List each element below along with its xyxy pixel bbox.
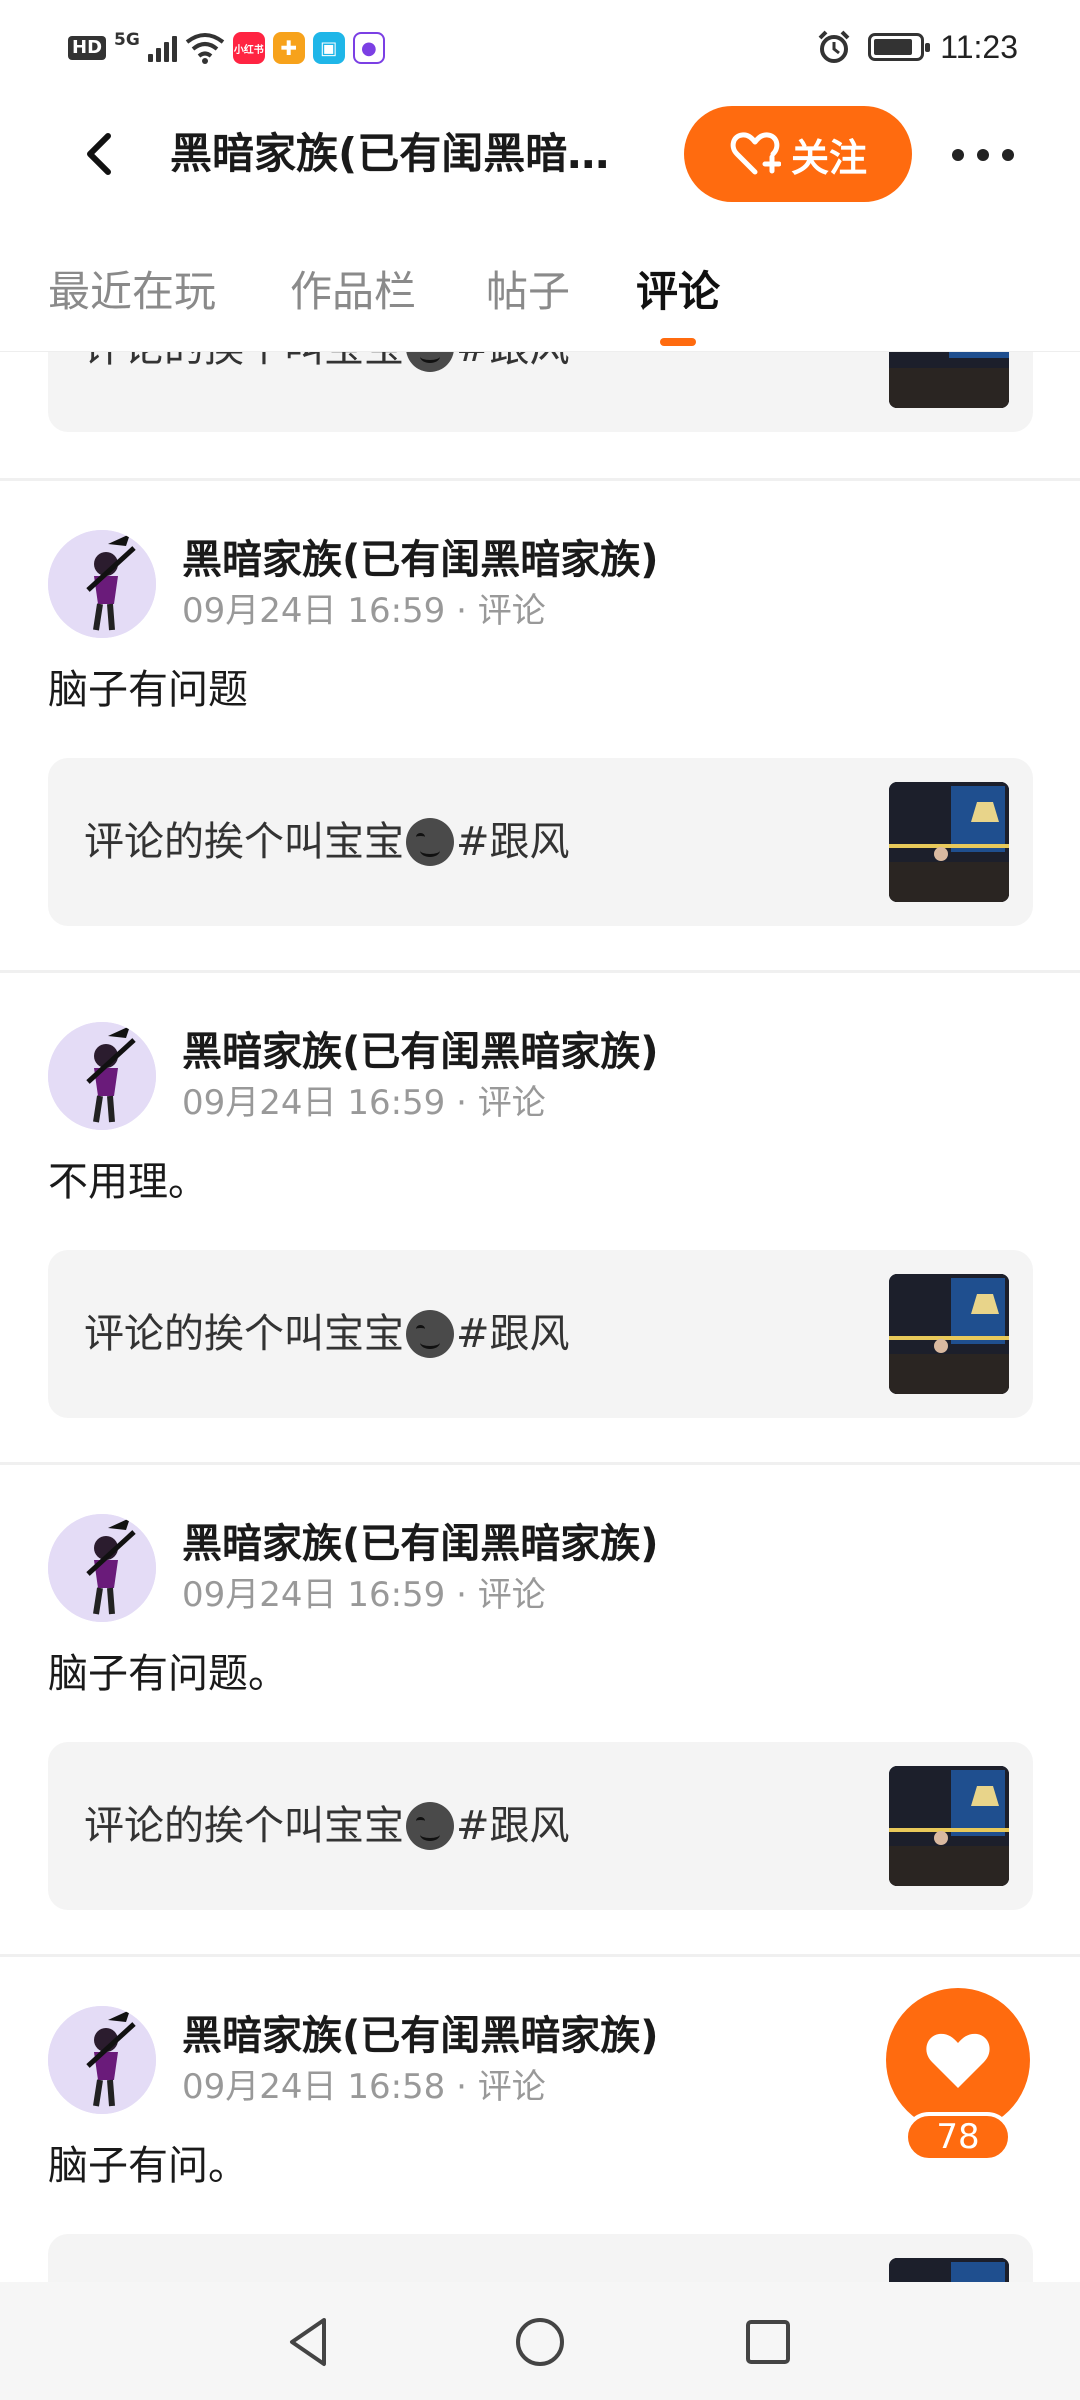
heart-plus-icon [730,132,781,175]
comment-meta: 09月24日 16:59 · 评论 [182,591,546,631]
hd-indicator: HD [68,36,107,60]
profile-tabs: 最近在玩 作品栏 帖子 评论 [0,248,1080,352]
follow-button[interactable]: 关注 [684,106,912,202]
quoted-post-text: 评论的挨个叫宝宝#跟风 [84,352,570,378]
divider [0,1954,1080,1957]
comment-item[interactable]: 黑暗家族(已有闺黑暗家族) 09月24日 16:59 · 评论 脑子有问题。 评… [0,1466,1080,1956]
post-thumbnail [889,1274,1009,1394]
quoted-post-text: 评论的挨个叫宝宝#跟风 [84,1310,570,1358]
post-thumbnail [889,1766,1009,1886]
smirk-emoji-icon [406,818,454,866]
signal-icon [147,34,177,62]
comment-meta: 09月24日 16:58 · 评论 [182,2067,546,2107]
like-button[interactable] [886,1988,1030,2132]
username[interactable]: 黑暗家族(已有闺黑暗家族) [182,1516,659,1572]
back-icon[interactable] [70,124,130,184]
divider [0,970,1080,973]
comment-item[interactable]: 黑暗家族(已有闺黑暗家族) 09月24日 16:59 · 评论 不用理。 评论的… [0,974,1080,1464]
comment-text: 脑子有问。 [48,2143,248,2189]
quoted-post-card[interactable]: 评论的挨个叫宝宝#跟风 [48,1742,1033,1910]
app-icon-3: ▣ [312,32,345,64]
tab-comments[interactable]: 评论 [636,262,720,322]
quoted-post-text: 评论的挨个叫宝宝#跟风 [84,818,570,866]
app-header: 黑暗家族(已有闺黑暗… 关注 [0,100,1080,208]
wifi-icon [185,33,225,64]
heart-icon [926,2033,990,2088]
tab-works[interactable]: 作品栏 [290,262,416,322]
battery-icon [868,33,931,61]
status-bar: HD 5G 小红书 ✚ ▣ ● 11:23 [0,0,1080,96]
comment-item[interactable]: 黑暗家族(已有闺黑暗家族) 09月24日 16:59 · 评论 脑子有问题 评论… [0,482,1080,972]
tab-recently-played[interactable]: 最近在玩 [48,262,216,322]
avatar[interactable] [48,2006,156,2114]
alarm-icon [818,30,850,63]
comment-meta: 09月24日 16:59 · 评论 [182,1083,546,1123]
post-thumbnail [889,2258,1009,2282]
quoted-post-card[interactable]: 评论的挨个叫宝宝#跟风 [48,1250,1033,1418]
like-count: 78 [904,2112,1012,2162]
follow-label: 关注 [790,135,867,180]
nav-back-icon[interactable] [280,2312,340,2372]
comment-text: 不用理。 [48,1159,208,1205]
network-type: 5G [114,30,140,50]
smirk-emoji-icon [406,352,454,372]
quoted-post-card[interactable]: 评论的挨个叫宝宝#跟风 [48,758,1033,926]
more-options-icon[interactable] [952,130,1014,180]
system-nav-bar [0,2282,1080,2400]
smirk-emoji-icon [406,1802,454,1850]
divider [0,478,1080,481]
nav-home-icon[interactable] [510,2312,570,2372]
comment-meta: 09月24日 16:59 · 评论 [182,1575,546,1615]
username[interactable]: 黑暗家族(已有闺黑暗家族) [182,532,659,588]
tab-posts[interactable]: 帖子 [486,262,570,322]
post-thumbnail [889,782,1009,902]
xiaohongshu-icon: 小红书 [232,32,265,64]
avatar[interactable] [48,1514,156,1622]
avatar[interactable] [48,1022,156,1130]
comment-text: 脑子有问题 [48,667,248,713]
page-title: 黑暗家族(已有闺黑暗… [170,129,610,178]
smirk-emoji-icon [406,1310,454,1358]
status-time: 11:23 [940,28,1018,65]
divider [0,1462,1080,1465]
app-icon-4: ● [352,32,385,64]
nav-recents-icon[interactable] [738,2312,798,2372]
post-thumbnail [889,352,1009,408]
avatar[interactable] [48,530,156,638]
username[interactable]: 黑暗家族(已有闺黑暗家族) [182,2008,659,2064]
quoted-post-card[interactable]: 评论的挨个叫宝宝#跟风 [48,352,1033,432]
quoted-post-card[interactable] [48,2234,1033,2282]
app-icon-2: ✚ [272,32,305,64]
username[interactable]: 黑暗家族(已有闺黑暗家族) [182,1024,659,1080]
active-tab-indicator [660,338,696,346]
quoted-post-text: 评论的挨个叫宝宝#跟风 [84,1802,570,1850]
comment-feed[interactable]: 评论的挨个叫宝宝#跟风 黑暗家族(已有闺黑暗家族) 09月24日 16:59 ·… [0,352,1080,2282]
comment-text: 脑子有问题。 [48,1651,288,1697]
